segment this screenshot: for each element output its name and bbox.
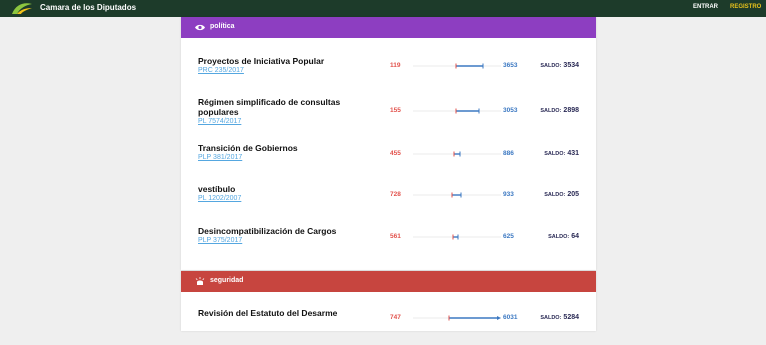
votes-against: 728 — [390, 191, 401, 198]
votes-favor: 3653 — [503, 62, 518, 69]
balance: SALDO: 2898 — [540, 107, 579, 114]
bill-title: Desincompatibilización de Cargos — [198, 226, 337, 236]
balance-value: 205 — [567, 191, 579, 198]
balance-value: 64 — [571, 233, 579, 240]
section-header-seguridad[interactable]: seguridad — [181, 271, 596, 292]
logo-icon[interactable] — [10, 1, 34, 16]
section-header-politica[interactable]: política — [181, 17, 596, 38]
votes-favor: 886 — [503, 150, 514, 157]
balance: SALDO: 3534 — [540, 62, 579, 69]
votes-against: 561 — [390, 233, 401, 240]
votes-against: 747 — [390, 314, 401, 321]
top-bar: Camara de los Diputados ENTRAR REGISTRO — [0, 0, 766, 17]
votes-against: 455 — [390, 150, 401, 157]
bill-code-link[interactable]: PLP 375/2017 — [198, 237, 242, 244]
bill-code-link[interactable]: PLP 381/2017 — [198, 154, 242, 161]
bill-code-link[interactable]: PL 7574/2017 — [198, 118, 241, 125]
balance-label: SALDO: — [540, 108, 562, 114]
bill-row[interactable]: Revisión del Estatuto del Desarme 747 60… — [181, 305, 596, 345]
balance-label: SALDO: — [544, 192, 566, 198]
enter-link[interactable]: ENTRAR — [693, 4, 718, 10]
balance: SALDO: 5284 — [540, 314, 579, 321]
app-title[interactable]: Camara de los Diputados — [40, 3, 136, 12]
balance: SALDO: 205 — [544, 191, 579, 198]
bill-row[interactable]: Transición de Gobiernos PLP 381/2017 455… — [181, 139, 596, 179]
votes-favor: 3053 — [503, 107, 518, 114]
bill-title: Régimen simplificado de consultas popula… — [198, 97, 341, 117]
vote-range-bar — [413, 108, 501, 114]
votes-against: 155 — [390, 107, 401, 114]
bill-code-link[interactable]: PL 1202/2007 — [198, 195, 241, 202]
bill-title: Revisión del Estatuto del Desarme — [198, 308, 338, 318]
section-title: política — [210, 23, 235, 30]
section-title: seguridad — [210, 277, 244, 284]
bill-title: Proyectos de Iniciativa Popular — [198, 56, 325, 66]
section-card-seguridad: seguridad Revisión del Estatuto del Desa… — [181, 271, 596, 331]
bill-row[interactable]: Régimen simplificado de consultas popula… — [181, 93, 596, 133]
bill-title: vestíbulo — [198, 184, 236, 194]
balance-label: SALDO: — [544, 151, 566, 157]
balance-label: SALDO: — [540, 315, 562, 321]
vote-range-bar — [413, 151, 501, 157]
balance-value: 2898 — [563, 107, 579, 114]
votes-favor: 933 — [503, 191, 514, 198]
bill-title: Transición de Gobiernos — [198, 143, 298, 153]
section-card-politica: política Proyectos de Iniciativa Popular… — [181, 17, 596, 270]
bill-row[interactable]: vestíbulo PL 1202/2007 728 933 SALDO: 205 — [181, 180, 596, 220]
bill-row[interactable]: Proyectos de Iniciativa Popular PRC 235/… — [181, 52, 596, 92]
votes-against: 119 — [390, 62, 401, 69]
balance: SALDO: 431 — [544, 150, 579, 157]
balance-label: SALDO: — [540, 63, 562, 69]
balance-value: 5284 — [563, 314, 579, 321]
votes-favor: 6031 — [503, 314, 518, 321]
eye-icon — [195, 24, 205, 31]
vote-range-bar — [413, 192, 501, 198]
balance-value: 431 — [567, 150, 579, 157]
vote-range-bar — [413, 234, 501, 240]
balance-label: SALDO: — [548, 234, 570, 240]
votes-favor: 625 — [503, 233, 514, 240]
register-link[interactable]: REGISTRO — [730, 4, 761, 10]
balance-value: 3534 — [563, 62, 579, 69]
balance: SALDO: 64 — [548, 233, 579, 240]
vote-range-bar — [413, 63, 501, 69]
siren-icon — [195, 277, 205, 285]
bill-row[interactable]: Desincompatibilización de Cargos PLP 375… — [181, 222, 596, 262]
bill-code-link[interactable]: PRC 235/2017 — [198, 67, 244, 74]
